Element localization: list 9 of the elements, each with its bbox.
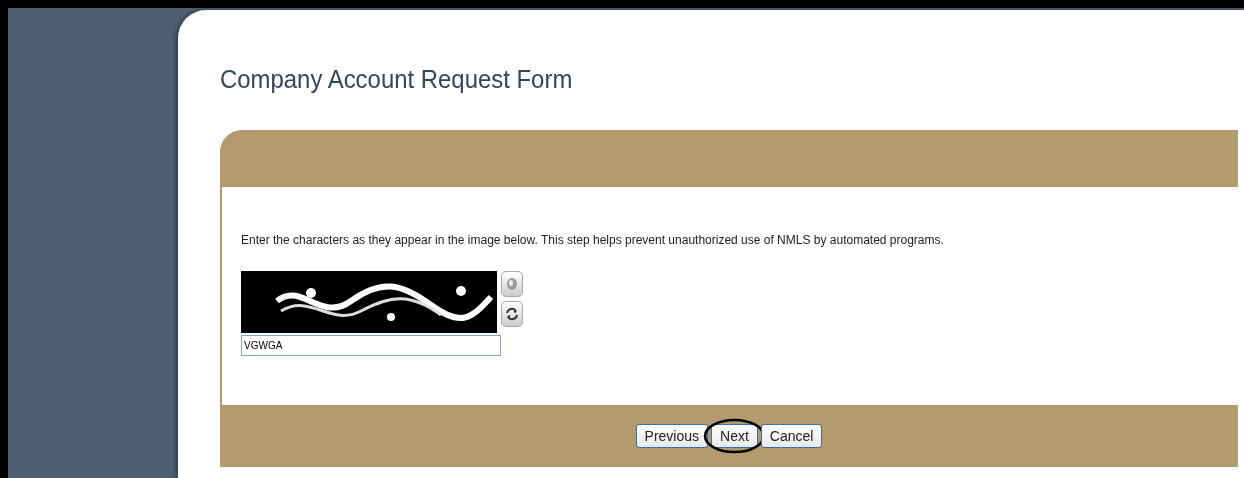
refresh-button[interactable] [501, 301, 523, 327]
instructions-text: Enter the characters as they appear in the image below. This step helps prevent unauthorized use of NMLS by automated programs. [241, 233, 945, 247]
speaker-icon [504, 276, 520, 292]
form-button[interactable]: Previous [635, 424, 709, 448]
page-title: Company Account Request Form [220, 64, 574, 96]
refresh-icon [504, 306, 520, 322]
captcha-input[interactable]: VGWGA [241, 335, 501, 356]
form-button[interactable]: Cancel [760, 424, 823, 448]
form-button[interactable]: Next [711, 424, 758, 448]
